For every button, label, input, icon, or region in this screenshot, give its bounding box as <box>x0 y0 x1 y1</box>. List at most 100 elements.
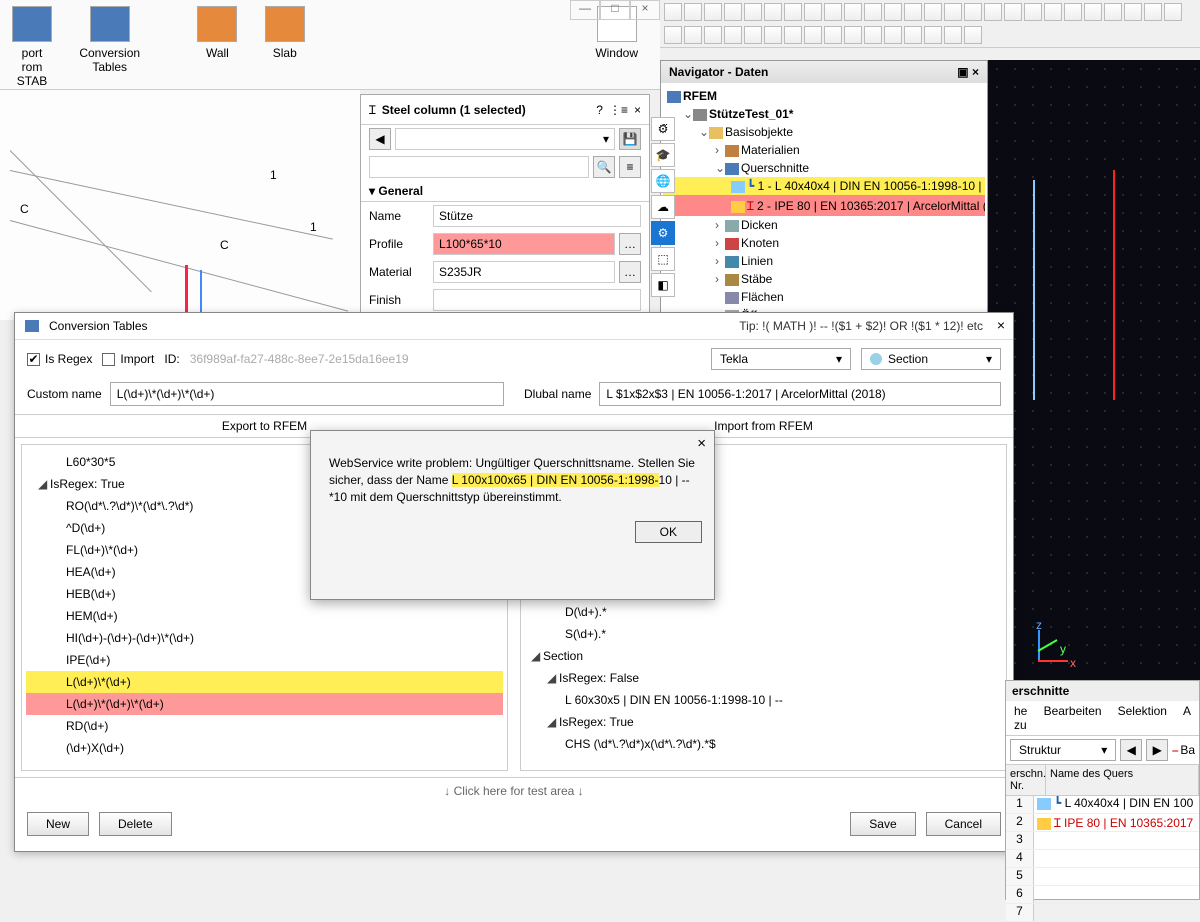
tree-section-1[interactable]: ┗ 1 - L 40x40x4 | DIN EN 10056-1:1998-10… <box>663 177 985 195</box>
tree-materials[interactable]: ›Materialien <box>663 141 985 159</box>
material-input[interactable] <box>433 261 615 283</box>
toolbar-button[interactable] <box>824 3 842 21</box>
dlubal-name-input[interactable] <box>599 382 1001 406</box>
table-row[interactable]: 3 <box>1006 832 1199 850</box>
material-browse-button[interactable]: … <box>619 261 641 283</box>
toolbar-button[interactable] <box>904 3 922 21</box>
nav-left-button[interactable]: ◀ <box>1120 739 1142 761</box>
toolbar-button[interactable] <box>664 3 682 21</box>
toolbar-button[interactable] <box>764 3 782 21</box>
toolbar-button[interactable] <box>844 3 862 21</box>
table-row[interactable]: 2Ɪ IPE 80 | EN 10365:2017 <box>1006 814 1199 832</box>
navigator-tree[interactable]: RFEM ⌄StützeTest_01* ⌄Basisobjekte ›Mate… <box>661 83 987 328</box>
toolbar-button[interactable] <box>684 3 702 21</box>
struct-dropdown[interactable]: Struktur▾ <box>1010 739 1116 761</box>
toolbar-button[interactable] <box>984 3 1002 21</box>
toolbar-button[interactable] <box>804 26 822 44</box>
sidebar-opt[interactable]: ⚙̈ <box>651 117 675 141</box>
search-icon[interactable]: 🔍 <box>593 156 615 178</box>
ribbon-import-rstab[interactable]: port rom STAB <box>0 0 64 94</box>
sidebar-opt[interactable]: 🌐 <box>651 169 675 193</box>
toolbar-button[interactable] <box>1164 3 1182 21</box>
sidebar-opt[interactable]: ⬚ <box>651 247 675 271</box>
toolbar-button[interactable] <box>924 3 942 21</box>
toolbar-button[interactable] <box>844 26 862 44</box>
selection-dropdown[interactable]: ▾ <box>395 128 615 150</box>
list-item-selected[interactable]: L(\d+)\*(\d+)\*(\d+) <box>26 693 503 715</box>
minimize-button[interactable]: — <box>570 0 600 20</box>
list-item[interactable]: IPE(\d+) <box>26 649 503 671</box>
toolbar-button[interactable] <box>884 26 902 44</box>
ba-button[interactable]: ⎯Ba <box>1172 743 1195 758</box>
sections-grid[interactable]: erschn. Nr.Name des Quers 1┗ L 40x40x4 |… <box>1006 765 1199 922</box>
list-item[interactable]: HEM(\d+) <box>26 605 503 627</box>
ribbon-conversion-tables[interactable]: Conversion Tables <box>67 0 152 80</box>
toolbar-button[interactable] <box>804 3 822 21</box>
tree-section-2[interactable]: Ɪ 2 - IPE 80 | EN 10365:2017 | ArcelorMi… <box>663 195 985 216</box>
col-header[interactable]: Name des Quers <box>1046 765 1199 795</box>
cancel-button[interactable]: Cancel <box>926 812 1001 836</box>
save-button[interactable]: Save <box>850 812 915 836</box>
list-item[interactable]: HI(\d+)-(\d+)-(\d+)\*(\d+) <box>26 627 503 649</box>
toolbar-button[interactable] <box>1044 3 1062 21</box>
test-area-toggle[interactable]: ↓ Click here for test area ↓ <box>15 778 1013 804</box>
toolbar-button[interactable] <box>764 26 782 44</box>
toolbar-button[interactable] <box>944 3 962 21</box>
ok-button[interactable]: OK <box>635 521 702 543</box>
toolbar-button[interactable] <box>944 26 962 44</box>
close-icon[interactable]: × <box>997 317 1005 333</box>
list-item[interactable]: RD(\d+) <box>26 715 503 737</box>
tree-sections[interactable]: ⌄Querschnitte <box>663 159 985 177</box>
close-icon[interactable]: × <box>972 65 979 79</box>
new-button[interactable]: New <box>27 812 89 836</box>
tab[interactable]: he zu <box>1006 701 1036 735</box>
toolbar-button[interactable] <box>964 26 982 44</box>
list-item-highlight[interactable]: L(\d+)\*(\d+) <box>26 671 503 693</box>
toolbar-button[interactable] <box>924 26 942 44</box>
sidebar-opt-active[interactable]: ⚙ <box>651 221 675 245</box>
custom-name-input[interactable] <box>110 382 504 406</box>
tree-linien[interactable]: ›Linien <box>663 252 985 270</box>
table-row[interactable]: 7 <box>1006 904 1199 922</box>
toolbar-button[interactable] <box>884 3 902 21</box>
tab[interactable]: A <box>1175 701 1199 735</box>
col-header[interactable]: erschn. Nr. <box>1006 765 1046 795</box>
close-icon[interactable]: × <box>634 103 641 117</box>
sidebar-opt[interactable]: ☁ <box>651 195 675 219</box>
toolbar-button[interactable] <box>824 26 842 44</box>
tree-dicken[interactable]: ›Dicken <box>663 216 985 234</box>
toolbar-button[interactable] <box>1024 3 1042 21</box>
name-input[interactable] <box>433 205 641 227</box>
finish-input[interactable] <box>433 289 641 311</box>
maximize-button[interactable]: □ <box>600 0 630 20</box>
toolbar-button[interactable] <box>1144 3 1162 21</box>
tree-root[interactable]: RFEM <box>663 87 985 105</box>
list-icon[interactable]: ⋮≡ <box>609 103 628 117</box>
ribbon-slab[interactable]: Slab <box>253 0 317 66</box>
tree-basis[interactable]: ⌄Basisobjekte <box>663 123 985 141</box>
toolbar-button[interactable] <box>704 3 722 21</box>
list-group[interactable]: ◢Section <box>525 645 1002 667</box>
help-icon[interactable]: ? <box>596 103 603 117</box>
delete-button[interactable]: Delete <box>99 812 172 836</box>
toolbar-button[interactable] <box>864 26 882 44</box>
ribbon-wall[interactable]: Wall <box>185 0 249 66</box>
toolbar-button[interactable] <box>784 26 802 44</box>
source-dropdown[interactable]: Tekla▾ <box>711 348 851 370</box>
profile-browse-button[interactable]: … <box>619 233 641 255</box>
close-icon[interactable]: × <box>697 435 706 452</box>
tree-knoten[interactable]: ›Knoten <box>663 234 985 252</box>
list-item[interactable]: S(\d+).* <box>525 623 1002 645</box>
toolbar-button[interactable] <box>1064 3 1082 21</box>
nav-right-button[interactable]: ▶ <box>1146 739 1168 761</box>
rfem-viewport[interactable]: x y z <box>988 60 1200 680</box>
list-group[interactable]: ◢IsRegex: False <box>525 667 1002 689</box>
sidebar-opt[interactable]: ◧ <box>651 273 675 297</box>
toolbar-button[interactable] <box>1004 3 1022 21</box>
toolbar-button[interactable] <box>964 3 982 21</box>
toolbar-button[interactable] <box>704 26 722 44</box>
list-group[interactable]: ◢IsRegex: True <box>525 711 1002 733</box>
general-header[interactable]: General <box>378 184 423 198</box>
tree-model[interactable]: ⌄StützeTest_01* <box>663 105 985 123</box>
tab[interactable]: Bearbeiten <box>1036 701 1110 735</box>
